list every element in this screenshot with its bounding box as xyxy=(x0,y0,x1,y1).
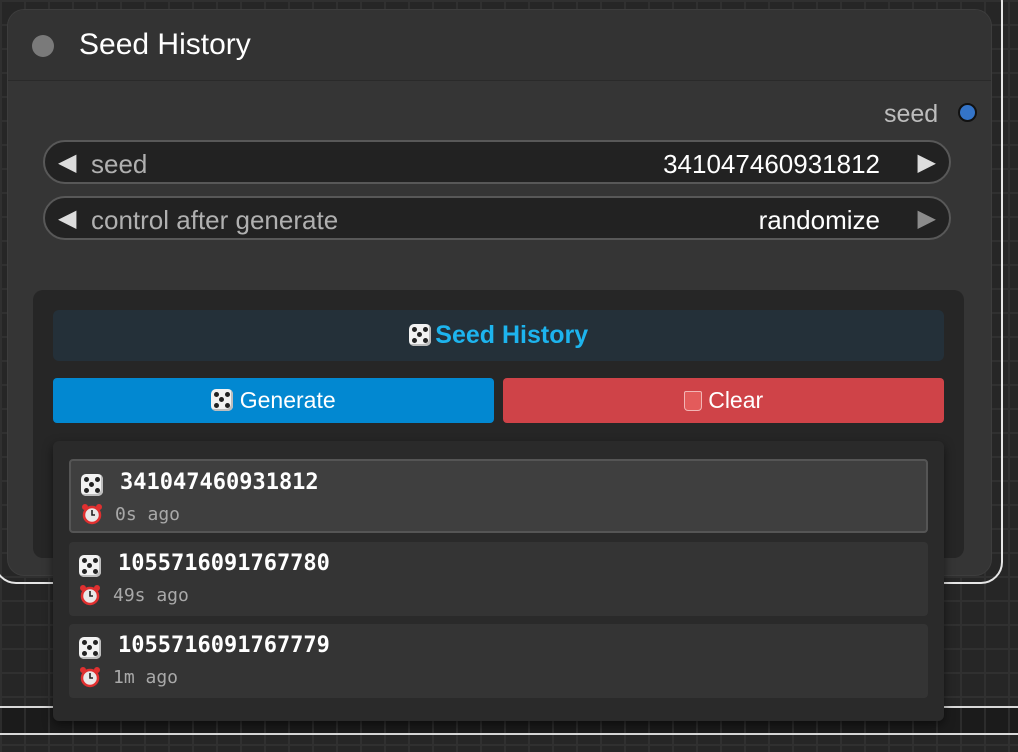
seed-widget-value[interactable]: 341047460931812 xyxy=(663,149,880,180)
alarm-clock-icon xyxy=(80,667,100,688)
arrow-left-icon[interactable]: ◀ xyxy=(58,204,76,233)
generate-button[interactable]: Generate xyxy=(53,378,494,423)
history-item-seed: 1055716091767780 xyxy=(118,551,330,576)
arrow-right-icon[interactable]: ▶ xyxy=(918,204,936,233)
control-after-generate-widget[interactable]: ◀ control after generate randomize ▶ xyxy=(43,196,951,240)
history-item[interactable]: 1055716091767780 49s ago xyxy=(69,542,928,616)
trash-icon xyxy=(683,391,702,411)
seed-history-list[interactable]: 341047460931812 0s ago 1055716091767780 … xyxy=(53,441,944,721)
alarm-clock-icon xyxy=(80,585,100,606)
dice-icon xyxy=(79,637,101,659)
output-slot-seed[interactable] xyxy=(958,103,977,122)
control-widget-label: control after generate xyxy=(91,205,339,235)
panel-title-bar: Seed History xyxy=(53,310,944,361)
alarm-clock-icon xyxy=(82,504,102,525)
history-item-seed: 341047460931812 xyxy=(120,470,319,495)
seed-widget-label: seed xyxy=(91,149,148,179)
history-item[interactable]: 1055716091767779 1m ago xyxy=(69,624,928,698)
history-item-time: 49s ago xyxy=(113,585,189,606)
history-item[interactable]: 341047460931812 0s ago xyxy=(69,459,928,533)
control-widget-value[interactable]: randomize xyxy=(759,205,880,236)
clear-button-label: Clear xyxy=(708,387,764,413)
history-item-time: 0s ago xyxy=(115,504,181,525)
output-label-seed: seed xyxy=(884,100,939,128)
dice-icon xyxy=(408,324,431,346)
dice-icon xyxy=(79,555,101,577)
node-title: Seed History xyxy=(79,28,251,61)
generate-button-label: Generate xyxy=(239,387,336,413)
seed-widget[interactable]: ◀ seed 341047460931812 ▶ xyxy=(43,140,951,184)
clear-button[interactable]: Clear xyxy=(503,378,944,423)
dice-icon xyxy=(81,474,103,496)
node-header[interactable]: Seed History xyxy=(8,10,991,81)
panel-title: Seed History xyxy=(435,321,589,349)
arrow-right-icon[interactable]: ▶ xyxy=(918,148,936,177)
node-collapse-dot[interactable] xyxy=(32,35,54,57)
dice-icon xyxy=(211,389,234,411)
history-item-seed: 1055716091767779 xyxy=(118,633,330,658)
arrow-left-icon[interactable]: ◀ xyxy=(58,148,76,177)
canvas-link-line xyxy=(0,733,1018,735)
history-item-time: 1m ago xyxy=(113,667,179,688)
